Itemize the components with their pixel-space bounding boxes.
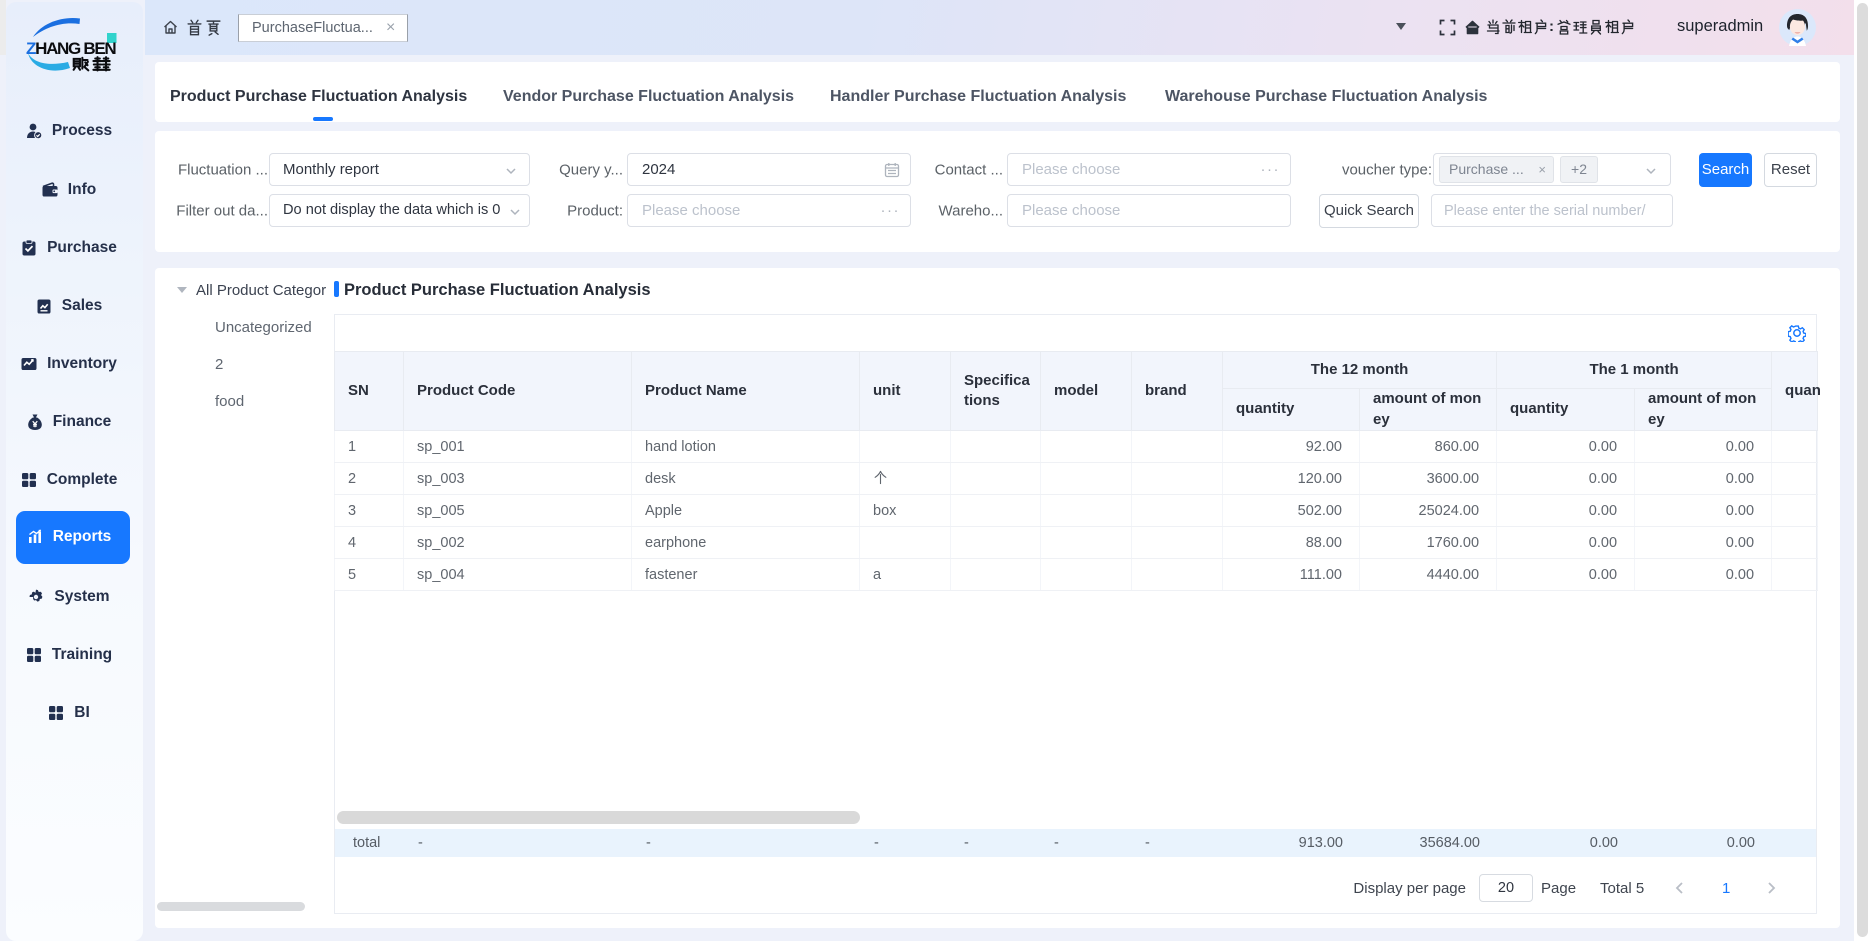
svg-text:ZHANG BEN: ZHANG BEN [26, 39, 116, 58]
